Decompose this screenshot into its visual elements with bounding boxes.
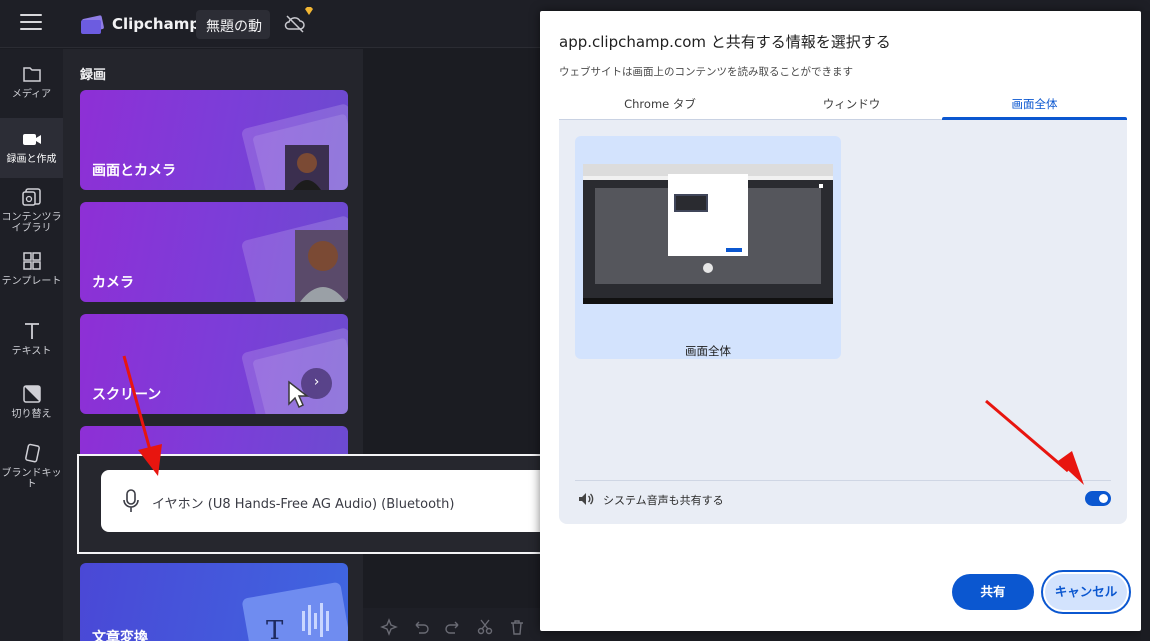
folder-icon [22, 67, 41, 82]
card-label: 画面とカメラ [92, 163, 176, 179]
dialog-title: app.clipchamp.com と共有する情報を選択する [559, 33, 891, 51]
clipchamp-logo-icon [81, 15, 104, 34]
nav-item-label: メディア [11, 89, 52, 100]
svg-text:T: T [266, 616, 284, 641]
record-card-text-to-speech[interactable]: T 文章変換 [80, 563, 348, 641]
tab-chrome-tab[interactable]: Chrome タブ [559, 96, 761, 120]
presenter-photo [295, 230, 348, 302]
nav-item-text[interactable]: テキスト [0, 320, 63, 357]
nav-item-label: テンプレート [1, 276, 62, 287]
text-icon [24, 323, 39, 339]
undo-icon[interactable] [412, 618, 430, 636]
trash-icon[interactable] [508, 618, 526, 636]
microphone-device-label: イヤホン (U8 Hands-Free AG Audio) (Bluetooth… [152, 497, 455, 512]
nav-item-label: コンテンツライブラリ [1, 212, 62, 234]
text-to-speech-graphic: T [242, 582, 348, 641]
screen-preview-thumbnail [583, 164, 833, 304]
tab-window[interactable]: ウィンドウ [761, 96, 942, 120]
nav-item-content-library[interactable]: コンテンツライブラリ [0, 186, 63, 234]
nav-item-label: テキスト [11, 346, 52, 357]
microphone-icon [123, 489, 139, 512]
cloud-off-icon[interactable] [284, 14, 306, 34]
brand-name: Clipchamp [112, 15, 201, 33]
system-audio-label: システム音声も共有する [603, 494, 724, 507]
panel-title: 録画 [80, 68, 107, 83]
record-card-screen[interactable]: › スクリーン [80, 314, 348, 414]
magic-sparkle-icon[interactable] [380, 618, 398, 636]
content-library-icon [21, 188, 41, 206]
nav-item-transitions[interactable]: 切り替え [0, 383, 63, 420]
nav-item-label: ブランドキット [1, 468, 62, 490]
nav-item-brand-kit[interactable]: ブランドキット [0, 442, 63, 490]
cancel-button[interactable]: キャンセル [1041, 570, 1131, 614]
window-edge [1141, 11, 1150, 641]
record-card-screen-and-camera[interactable]: 画面とカメラ [80, 90, 348, 190]
nav-item-label: 録画と作成 [6, 154, 57, 165]
hamburger-menu-icon[interactable] [20, 14, 42, 32]
nav-item-record-create[interactable]: 録画と作成 [0, 118, 63, 178]
premium-diamond-icon [305, 7, 313, 15]
system-audio-toggle[interactable] [1085, 491, 1111, 506]
audio-divider [575, 480, 1111, 481]
presenter-photo [285, 145, 329, 190]
scissors-icon[interactable] [476, 618, 494, 636]
nav-item-templates[interactable]: テンプレート [0, 250, 63, 287]
templates-icon [22, 252, 41, 270]
card-label: 文章変換 [92, 630, 148, 641]
share-button[interactable]: 共有 [952, 574, 1034, 610]
redo-icon[interactable] [444, 618, 462, 636]
cancel-button-label: キャンセル [1045, 574, 1127, 610]
brand-kit-icon [24, 443, 40, 463]
toggle-knob [1099, 494, 1108, 503]
nav-item-media[interactable]: メディア [0, 63, 63, 100]
screen-option-label: 画面全体 [685, 344, 731, 358]
transitions-icon [22, 385, 41, 403]
dialog-subtitle: ウェブサイトは画面上のコンテンツを読み取ることができます [559, 66, 853, 78]
video-camera-icon [22, 134, 41, 145]
speaker-icon [579, 493, 594, 505]
nav-item-label: 切り替え [11, 409, 52, 420]
record-card-camera[interactable]: カメラ [80, 202, 348, 302]
card-label: スクリーン [92, 387, 162, 403]
project-title[interactable]: 無題の動 [196, 10, 270, 39]
card-label: カメラ [92, 275, 134, 291]
mouse-pointer-icon [288, 380, 310, 409]
